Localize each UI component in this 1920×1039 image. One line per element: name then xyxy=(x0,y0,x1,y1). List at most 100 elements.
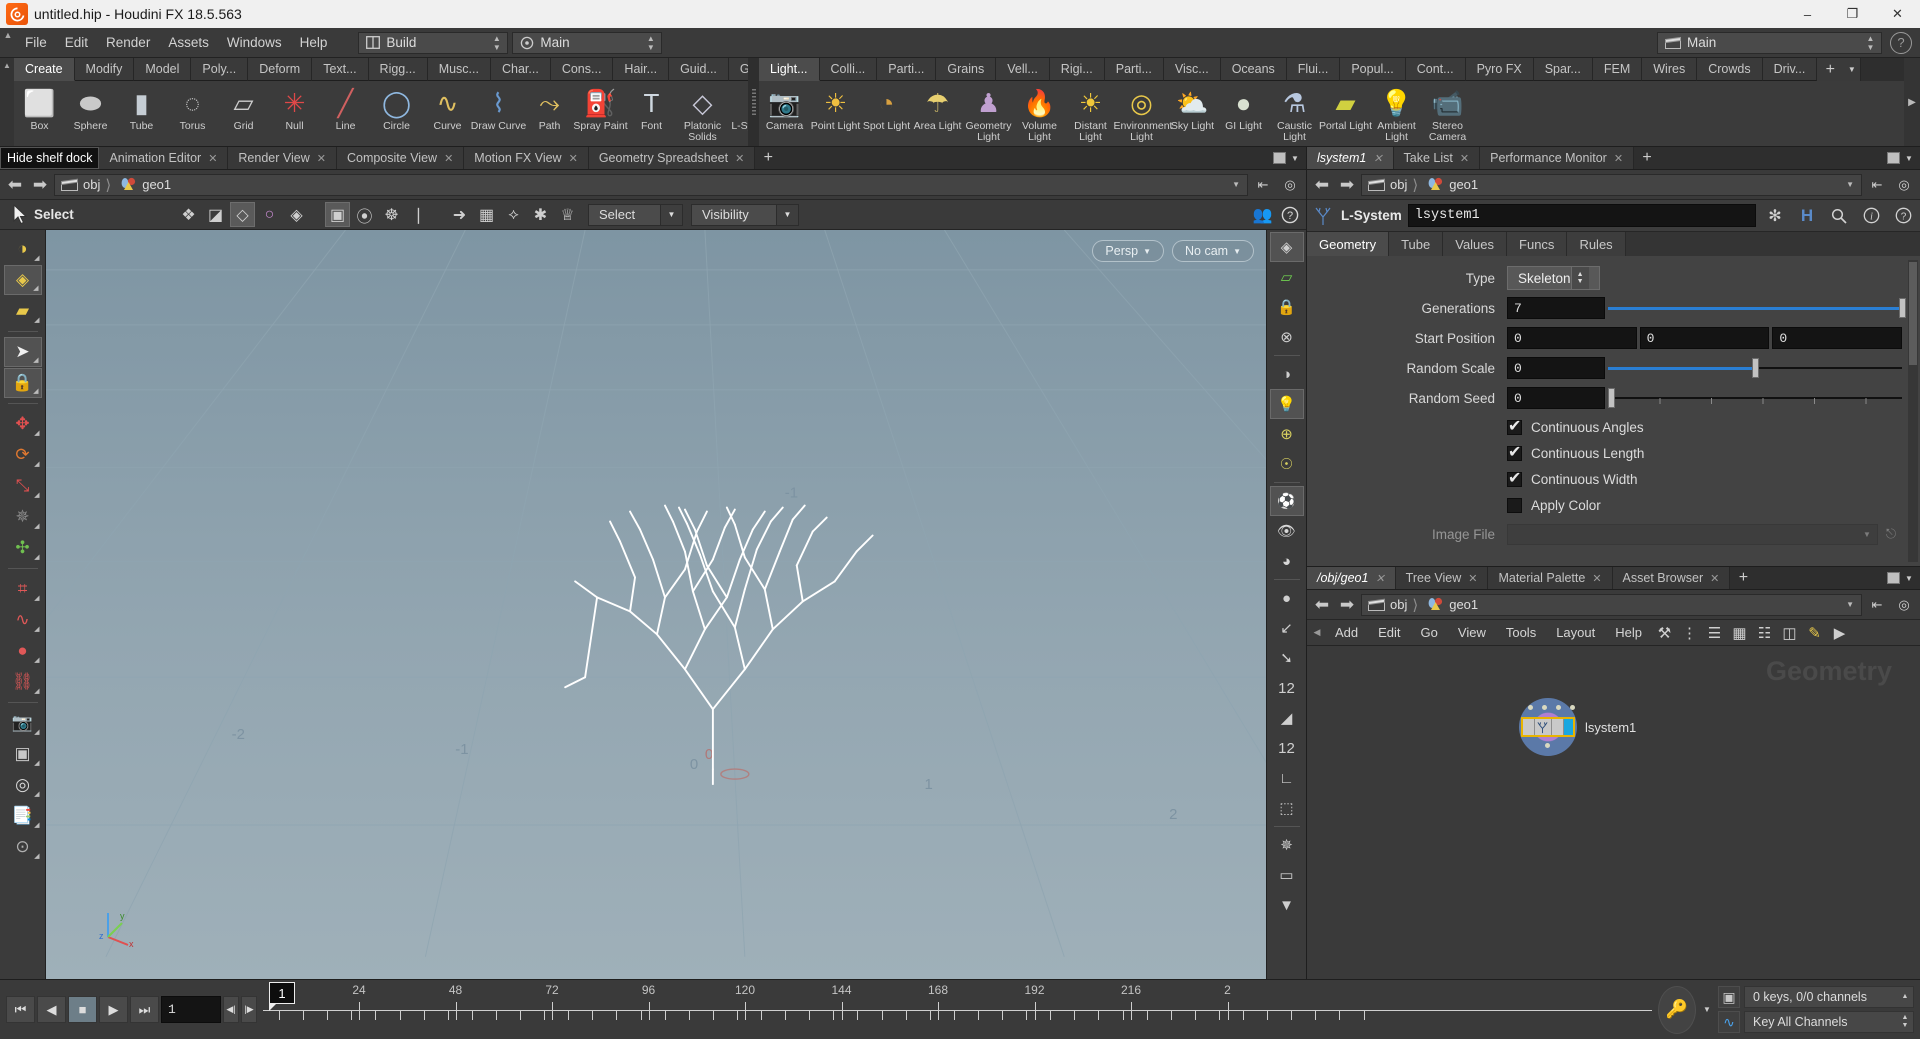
shelf-scroll-icon[interactable]: ▲ xyxy=(0,58,14,146)
close-icon[interactable]: ✕ xyxy=(208,152,217,165)
lighting-icon[interactable]: 💡 xyxy=(1269,389,1304,419)
generations-slider[interactable] xyxy=(1608,297,1907,319)
close-icon[interactable]: ✕ xyxy=(1460,152,1469,165)
scene-viewport[interactable]: -2 -1 01 2 -1 0 Persp ▼ No cam ▼ z y x xyxy=(46,230,1266,979)
step-prev-frame-button[interactable]: ◀| xyxy=(223,996,239,1023)
network-menu-add[interactable]: Add xyxy=(1325,620,1368,646)
shelf-right-tab-16[interactable]: Crowds xyxy=(1697,58,1763,81)
shelf-create-item-curve[interactable]: ∿ Curve xyxy=(422,83,473,145)
snap-magnet-icon[interactable]: ⛓ ◢ xyxy=(4,667,42,697)
shelf-lights-item-caustic-light[interactable]: ⚗ Caustic Light xyxy=(1269,83,1320,145)
shelf-more-icon[interactable]: ▶ xyxy=(1904,58,1920,146)
shelf-right-tab-menu-icon[interactable]: ▼ xyxy=(1843,58,1862,81)
hda-icon[interactable]: H xyxy=(1794,203,1820,229)
pin-icon[interactable]: ⇤ xyxy=(1865,593,1889,617)
chevron-down-icon[interactable]: ▼ xyxy=(1857,525,1877,544)
network-menu-view[interactable]: View xyxy=(1448,620,1496,646)
close-icon[interactable]: ✕ xyxy=(1373,152,1382,165)
maximize-pane-icon[interactable] xyxy=(1273,152,1286,164)
key-icon[interactable]: 🔑 xyxy=(1658,985,1696,1034)
viewport-users-icon[interactable]: 👥 xyxy=(1250,202,1275,227)
build-selector[interactable]: Build ▲ ▼ xyxy=(358,31,509,54)
parameter-pane-tab-2[interactable]: Performance Monitor ✕ xyxy=(1480,147,1635,169)
shelf-left-tab-4[interactable]: Deform xyxy=(248,58,313,81)
network-add-tab-button[interactable]: + xyxy=(1730,567,1756,589)
nav-forward-icon[interactable]: ➡ xyxy=(1336,594,1358,616)
network-menu-help[interactable]: Help xyxy=(1605,620,1652,646)
lasso-select-icon[interactable]: ⦿ xyxy=(352,202,377,227)
close-icon[interactable]: ✕ xyxy=(444,152,453,165)
vertices-icon[interactable]: ○ xyxy=(257,202,282,227)
shelf-lights-item-environment-light[interactable]: ◎ Environment Light xyxy=(1114,83,1173,145)
start-position-y-field[interactable]: 0 xyxy=(1639,327,1770,349)
menu-render[interactable]: Render xyxy=(97,28,159,58)
jump-to-end-button[interactable]: ⏭ xyxy=(130,996,159,1023)
shelf-right-tab-12[interactable]: Pyro FX xyxy=(1465,58,1534,81)
select-constrained-icon[interactable]: ⟡ xyxy=(501,202,526,227)
snapshot-icon[interactable]: ◫ xyxy=(1777,620,1802,645)
parameter-pane-tab-1[interactable]: Take List ✕ xyxy=(1393,147,1481,169)
shelf-right-tab-13[interactable]: Spar... xyxy=(1533,58,1593,81)
checkbox-continuous-length[interactable] xyxy=(1507,442,1522,462)
question-icon[interactable]: ? xyxy=(1890,31,1912,54)
network-menu-go[interactable]: Go xyxy=(1411,620,1448,646)
select-visible-icon[interactable]: ➜ xyxy=(447,202,472,227)
network-menu-more-icon[interactable]: ▶ xyxy=(1827,620,1852,645)
parameter-scrollbar[interactable] xyxy=(1908,260,1918,562)
param-folder-tab-rules[interactable]: Rules xyxy=(1567,232,1626,256)
chevron-up-icon[interactable]: ▲ xyxy=(1897,993,1913,1001)
shelf-lights-item-volume-light[interactable]: 🔥 Volume Light xyxy=(1014,83,1065,145)
highlight-scene-icon[interactable]: ☉ xyxy=(1270,449,1304,479)
shelf-left-tab-7[interactable]: Musc... xyxy=(427,58,491,81)
shelf-right-add-tab-button[interactable]: + xyxy=(1817,58,1844,81)
select-all-icon[interactable]: ▦ xyxy=(474,202,499,227)
play-button[interactable]: ▶ xyxy=(99,996,128,1023)
network-menu-edit[interactable]: Edit xyxy=(1368,620,1410,646)
viewport-path-field[interactable]: obj ⟩ geo1 ▼ xyxy=(54,173,1248,196)
handle-tool-icon[interactable]: ✣ ◢ xyxy=(4,533,42,563)
help-icon[interactable]: ? xyxy=(1890,203,1916,229)
menu-scroll-up-icon[interactable]: ▲ xyxy=(0,28,16,58)
highlight-add-icon[interactable]: ⊕ xyxy=(1270,419,1304,449)
menu-assets[interactable]: Assets xyxy=(159,28,218,58)
close-icon[interactable]: ✕ xyxy=(1468,572,1477,585)
nav-forward-icon[interactable]: ➡ xyxy=(29,174,51,196)
point-number-icon[interactable]: 12 xyxy=(1270,673,1304,703)
display-primitives-icon[interactable]: ◈ xyxy=(1269,232,1304,262)
shelf-right-tab-1[interactable]: Colli... xyxy=(819,58,878,81)
network-pane-tab-3[interactable]: Asset Browser ✕ xyxy=(1612,567,1731,589)
ghost-icon[interactable]: ◕ xyxy=(1270,546,1304,576)
current-frame-field[interactable]: 1 xyxy=(161,996,221,1023)
close-icon[interactable]: ✕ xyxy=(1614,152,1623,165)
maximize-pane-icon[interactable] xyxy=(1887,152,1900,164)
bounding-box-icon[interactable]: ⬚ xyxy=(1270,793,1304,823)
param-checkbox-row-continuous-length[interactable]: Continuous Length xyxy=(1307,441,1920,465)
close-icon[interactable]: ✕ xyxy=(1375,572,1384,585)
close-icon[interactable]: ✕ xyxy=(1592,572,1601,585)
shelf-left-tab-6[interactable]: Rigg... xyxy=(368,58,428,81)
random-seed-field[interactable]: 0 xyxy=(1507,387,1605,409)
shelf-right-tab-2[interactable]: Parti... xyxy=(877,58,937,81)
animation-icon[interactable]: ∿ xyxy=(1718,1011,1740,1033)
jump-to-start-button[interactable]: ⏮ xyxy=(6,996,35,1023)
prim-number-icon[interactable]: 12 xyxy=(1270,733,1304,763)
more-icon[interactable]: ▼ xyxy=(1270,890,1304,920)
checkbox-continuous-width[interactable] xyxy=(1507,468,1522,488)
shelf-create-item-draw-curve[interactable]: ⌇ Draw Curve xyxy=(471,83,526,145)
checkbox-apply-color[interactable] xyxy=(1507,497,1522,513)
tools-icon[interactable]: ⚒ xyxy=(1652,620,1677,645)
menu-windows[interactable]: Windows xyxy=(218,28,291,58)
shelf-create-item-grid[interactable]: ▱ Grid xyxy=(218,83,269,145)
parameter-path-field[interactable]: obj ⟩ geo1 ▼ xyxy=(1361,173,1862,196)
viewport-select-mode[interactable]: Select xyxy=(4,204,174,225)
wireframe-icon[interactable]: ▱ xyxy=(1270,262,1304,292)
lens-icon[interactable]: ◎ ◢ xyxy=(4,770,42,800)
close-icon[interactable]: ✕ xyxy=(569,152,578,165)
key-options-icon[interactable]: ▼ xyxy=(1700,1005,1714,1014)
chevron-down-icon[interactable]: ▲ ▼ xyxy=(1897,1014,1913,1030)
file-browse-icon[interactable]: ⎋ xyxy=(1880,526,1902,542)
param-checkbox-row-continuous-angles[interactable]: Continuous Angles xyxy=(1307,415,1920,439)
pin-icon[interactable]: ⇤ xyxy=(1865,173,1889,197)
shelf-lights-item-distant-light[interactable]: ☀ Distant Light xyxy=(1065,83,1116,145)
point-display-icon[interactable]: ● xyxy=(1270,583,1304,613)
